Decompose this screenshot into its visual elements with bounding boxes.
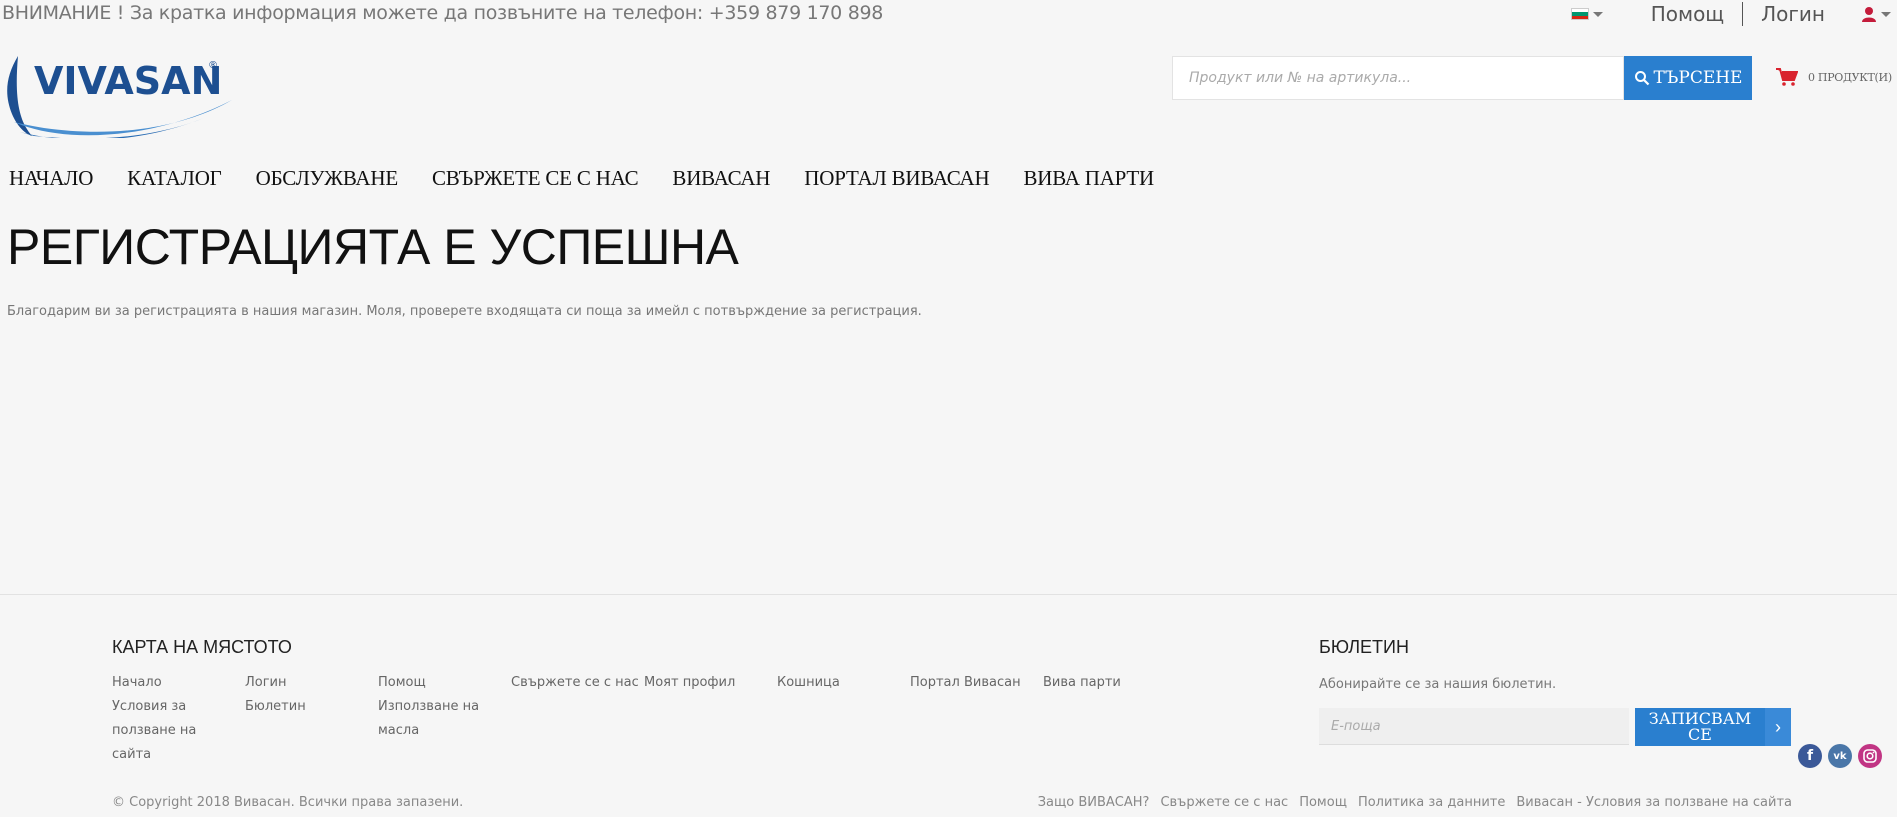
sitemap-column: Логин Бюлетин <box>245 671 370 719</box>
sitemap-column: Портал Вивасан <box>910 671 1035 695</box>
footer-link-viva-party[interactable]: Вива парти <box>1043 671 1168 695</box>
social-links: f vk <box>1798 744 1882 768</box>
newsletter-title: БЮЛЕТИН <box>1319 637 1409 657</box>
search-input[interactable] <box>1172 56 1624 100</box>
page-title: РЕГИСТРАЦИЯТА Е УСПЕШНА <box>7 219 739 275</box>
cart-count: 0 ПРОДУКТ(И) <box>1808 70 1892 84</box>
vk-icon[interactable]: vk <box>1828 744 1852 768</box>
footer-link-home[interactable]: Начало <box>112 671 237 695</box>
search-icon <box>1634 71 1649 86</box>
copyright: © Copyright 2018 Вивасан. Всички права з… <box>112 795 464 810</box>
nav-item-catalog[interactable]: КАТАЛОГ <box>127 166 222 191</box>
footer-link-cart[interactable]: Кошница <box>777 671 902 695</box>
footer-link-help-bottom[interactable]: Помощ <box>1299 795 1347 810</box>
phone-notice: ВНИМАНИЕ ! За кратка информация можете д… <box>2 2 884 24</box>
bg-flag-icon <box>1570 8 1589 20</box>
footer-link-help[interactable]: Помощ <box>378 671 503 695</box>
footer-link-newsletter[interactable]: Бюлетин <box>245 695 370 719</box>
cart-icon <box>1776 68 1798 86</box>
sitemap-column: Кошница <box>777 671 902 695</box>
footer-link-why[interactable]: Защо ВИВАСАН? <box>1038 795 1150 810</box>
search-button[interactable]: ТЪРСЕНЕ <box>1624 56 1752 100</box>
footer: КАРТА НА МЯСТОТО Начало Условия за ползв… <box>0 594 1897 817</box>
help-link[interactable]: Помощ <box>1633 2 1742 26</box>
search-bar: ТЪРСЕНЕ <box>1172 56 1752 100</box>
footer-link-contact-bottom[interactable]: Свържете се с нас <box>1160 795 1288 810</box>
user-icon <box>1862 7 1876 22</box>
logo-text: VIVASAN <box>34 59 222 103</box>
registration-message: Благодарим ви за регистрацията в нашия м… <box>7 304 922 319</box>
newsletter-email-input[interactable] <box>1319 708 1629 745</box>
cart-link[interactable]: 0 ПРОДУКТ(И) <box>1776 68 1892 86</box>
newsletter-subscribe-button[interactable]: ЗАПИСВАМ СЕ › <box>1635 708 1791 746</box>
sitemap-title: КАРТА НА МЯСТОТО <box>112 637 292 657</box>
svg-text:®: ® <box>208 60 218 71</box>
nav-item-viva-party[interactable]: ВИВА ПАРТИ <box>1023 166 1154 191</box>
language-selector[interactable] <box>1570 8 1603 20</box>
footer-link-terms-bottom[interactable]: Вивасан - Условия за ползване на сайта <box>1516 795 1792 810</box>
top-bar: ВНИМАНИЕ ! За кратка информация можете д… <box>0 0 1897 28</box>
vivasan-logo[interactable]: VIVASAN ® <box>4 52 234 141</box>
newsletter-description: Абонирайте се за нашия бюлетин. <box>1319 677 1557 692</box>
footer-link-privacy[interactable]: Политика за данните <box>1358 795 1505 810</box>
logo-graphic: VIVASAN ® <box>7 56 232 141</box>
subscribe-label: ЗАПИСВАМ СЕ <box>1648 709 1752 744</box>
sitemap-column: Свържете се с нас <box>511 671 641 695</box>
main-nav: НАЧАЛО КАТАЛОГ ОБСЛУЖВАНЕ СВЪРЖЕТЕ СЕ С … <box>9 166 1188 191</box>
footer-link-login[interactable]: Логин <box>245 671 370 695</box>
nav-item-service[interactable]: ОБСЛУЖВАНЕ <box>256 166 399 191</box>
footer-link-oils[interactable]: Използване на масла <box>378 695 503 743</box>
nav-item-portal[interactable]: ПОРТАЛ ВИВАСАН <box>804 166 989 191</box>
chevron-down-icon <box>1592 11 1603 17</box>
facebook-icon[interactable]: f <box>1798 744 1822 768</box>
chevron-down-icon <box>1881 11 1891 17</box>
nav-item-contact[interactable]: СВЪРЖЕТЕ СЕ С НАС <box>432 166 639 191</box>
sitemap-column: Помощ Използване на масла <box>378 671 503 743</box>
sitemap-column: Моят профил <box>644 671 769 695</box>
nav-item-home[interactable]: НАЧАЛО <box>9 166 93 191</box>
footer-link-portal[interactable]: Портал Вивасан <box>910 671 1035 695</box>
chevron-right-icon: › <box>1765 708 1791 746</box>
top-bar-right: Помощ Логин <box>1570 0 1891 28</box>
search-button-label: ТЪРСЕНЕ <box>1653 68 1743 88</box>
login-link[interactable]: Логин <box>1742 2 1843 26</box>
footer-link-contact[interactable]: Свържете се с нас <box>511 671 641 695</box>
sitemap-column: Начало Условия за ползване на сайта <box>112 671 237 767</box>
user-menu[interactable] <box>1861 6 1891 22</box>
footer-link-terms[interactable]: Условия за ползване на сайта <box>112 695 237 767</box>
footer-bottom-links: Защо ВИВАСАН? Свържете се с нас Помощ По… <box>1038 795 1792 810</box>
sitemap-column: Вива парти <box>1043 671 1168 695</box>
instagram-icon[interactable] <box>1858 744 1882 768</box>
footer-link-profile[interactable]: Моят профил <box>644 671 769 695</box>
nav-item-vivasan[interactable]: ВИВАСАН <box>672 166 770 191</box>
